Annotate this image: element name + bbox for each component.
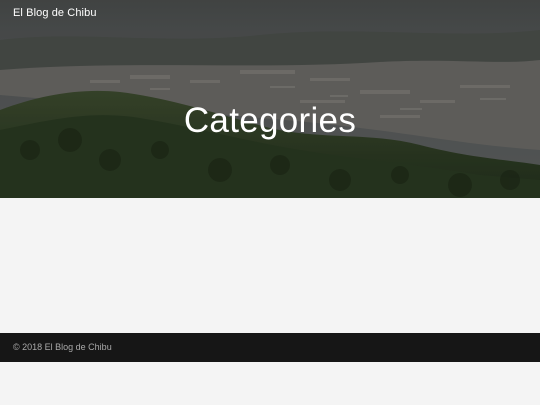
hero-overlay	[0, 0, 540, 198]
hero-header: El Blog de Chibu Categories	[0, 0, 540, 198]
page-title: Categories	[183, 101, 357, 140]
site-title-link[interactable]: El Blog de Chibu	[13, 7, 97, 19]
site-footer: © 2018 El Blog de Chibu	[0, 333, 540, 362]
footer-copyright: © 2018 El Blog de Chibu	[13, 342, 112, 352]
page-bottom-area	[0, 362, 540, 405]
main-content	[0, 198, 540, 333]
